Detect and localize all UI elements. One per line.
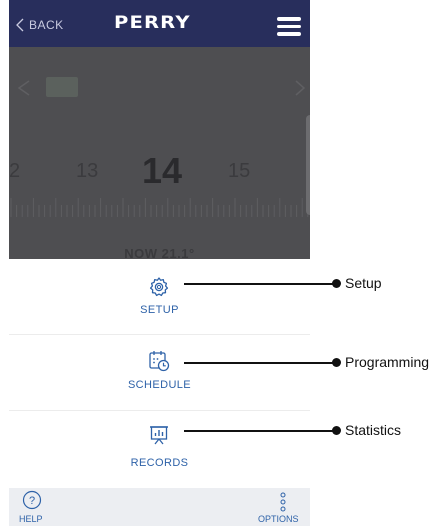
date-selector <box>46 77 78 97</box>
help-label: HELP <box>19 514 43 524</box>
perry-logo: PERRY <box>114 12 199 34</box>
setup-callout-label: Setup <box>345 275 382 291</box>
hamburger-menu-icon[interactable] <box>277 17 301 36</box>
chart-board-icon <box>150 426 168 445</box>
options-label: OPTIONS <box>258 514 299 524</box>
calendar-clock-icon <box>149 351 170 372</box>
chevron-left-icon <box>17 80 30 96</box>
side-drawer-handle[interactable] <box>306 115 310 215</box>
bottom-bar: ? HELP OPTIONS <box>9 488 310 526</box>
setup-callout-line <box>184 283 336 285</box>
programming-callout-label: Programming <box>345 354 430 370</box>
schedule-label: SCHEDULE <box>127 379 192 391</box>
chevron-left-icon <box>16 18 24 32</box>
help-icon: ? <box>22 490 42 510</box>
back-label: BACK <box>29 18 64 32</box>
day-next: 15 <box>228 160 251 182</box>
setup-label: SETUP <box>140 304 179 316</box>
options-sheet: SETUP SCHEDULE RECORDS <box>9 259 310 488</box>
phone-screen: BACK PERRY 2 13 14 15 NOW 21.1° SETUP SC… <box>9 0 310 526</box>
schedule-menu-item[interactable]: SCHEDULE <box>9 334 310 410</box>
top-bar: BACK PERRY <box>9 0 310 47</box>
setup-menu-item[interactable]: SETUP <box>9 259 310 335</box>
chevron-right-icon <box>295 80 306 96</box>
svg-text:?: ? <box>29 495 35 507</box>
logo-text: PERRY <box>114 13 191 33</box>
dimmed-calendar-view: 2 13 14 15 NOW 21.1° <box>9 47 310 261</box>
screenshot-root: BACK PERRY 2 13 14 15 NOW 21.1° SETUP SC… <box>0 0 436 526</box>
statistics-callout-dot <box>332 426 341 435</box>
programming-callout-dot <box>332 358 341 367</box>
timeline-ruler <box>10 198 309 217</box>
records-label: RECORDS <box>130 457 189 469</box>
back-button[interactable]: BACK <box>16 15 64 35</box>
setup-callout-dot <box>332 279 341 288</box>
day-previous: 13 <box>76 160 99 182</box>
statistics-callout-line <box>184 430 336 432</box>
day-current: 14 <box>142 150 183 191</box>
programming-callout-line <box>184 362 336 364</box>
day-prev: 2 <box>9 160 21 182</box>
statistics-callout-label: Statistics <box>345 422 402 438</box>
gear-icon <box>149 277 169 297</box>
records-menu-item[interactable]: RECORDS <box>9 410 310 486</box>
more-vertical-icon <box>280 492 286 512</box>
